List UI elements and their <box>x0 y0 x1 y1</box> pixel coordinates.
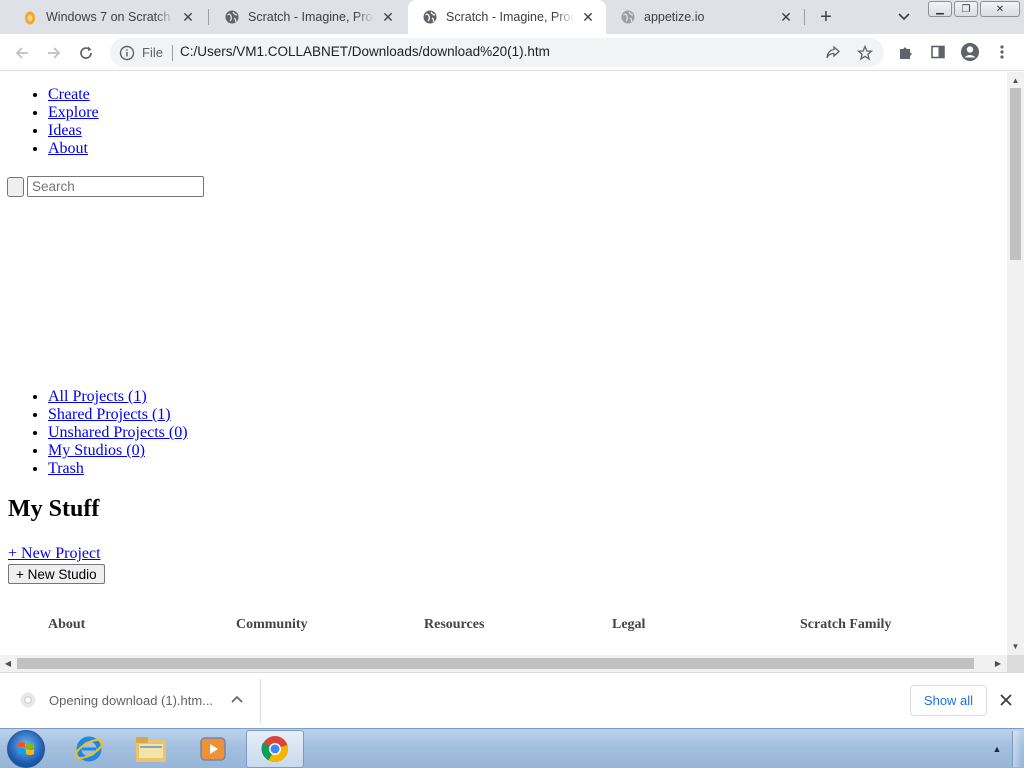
close-tab-icon[interactable]: ✕ <box>580 9 596 25</box>
vertical-scrollbar[interactable]: ▲ ▼ <box>1007 72 1024 655</box>
bookmark-star-icon[interactable] <box>856 44 874 62</box>
share-icon[interactable] <box>824 44 842 62</box>
list-item: My Studios (0) <box>48 442 188 460</box>
tab-windows7-on-scratch[interactable]: Windows 7 on Scratch ✕ <box>8 0 206 34</box>
download-item-label[interactable]: Opening download (1).htm... <box>49 693 213 708</box>
close-tab-icon[interactable]: ✕ <box>380 9 396 25</box>
new-project-link[interactable]: + New Project <box>8 545 101 563</box>
scratch-cat-icon <box>22 9 38 25</box>
new-studio-button[interactable]: + New Studio <box>8 564 105 584</box>
internet-explorer-icon[interactable] <box>60 730 118 768</box>
windows-taskbar: ▲ <box>0 728 1024 768</box>
my-studios-link[interactable]: My Studios (0) <box>48 442 145 459</box>
show-all-button[interactable]: Show all <box>910 685 987 716</box>
nav-link-ideas[interactable]: Ideas <box>48 122 82 139</box>
scroll-left-arrow-icon[interactable]: ◀ <box>2 658 14 669</box>
footer-heading-community: Community <box>236 617 308 632</box>
list-item: Trash <box>48 460 188 478</box>
globe-icon <box>422 9 438 25</box>
tab-title: Windows 7 on Scratch <box>46 10 171 24</box>
nav-link-explore[interactable]: Explore <box>48 104 99 121</box>
horizontal-scrollbar[interactable]: ◀ ▶ <box>0 655 1007 672</box>
page-viewport: Create Explore Ideas About All Projects … <box>0 72 1007 655</box>
tab-separator <box>208 9 209 25</box>
shared-projects-link[interactable]: Shared Projects (1) <box>48 406 171 423</box>
page-title: My Stuff <box>8 496 100 522</box>
unshared-projects-link[interactable]: Unshared Projects (0) <box>48 424 188 441</box>
nav-link-about[interactable]: About <box>48 140 88 157</box>
extensions-puzzle-icon[interactable] <box>895 41 917 63</box>
menu-kebab-icon[interactable] <box>991 41 1013 63</box>
tab-strip: Windows 7 on Scratch ✕ Scratch - Imagine… <box>0 0 1024 34</box>
footer-heading-resources: Resources <box>424 617 485 632</box>
chevron-up-icon[interactable] <box>228 690 246 708</box>
close-icon[interactable] <box>996 690 1016 710</box>
scrollbar-corner <box>1007 655 1024 672</box>
scroll-right-arrow-icon[interactable]: ▶ <box>992 658 1004 669</box>
tab-title: Scratch - Imagine, Program <box>446 10 574 24</box>
tab-appetize[interactable]: appetize.io ✕ <box>606 0 804 34</box>
restore-button[interactable]: ❐ <box>954 1 978 17</box>
windows-logo-icon <box>18 742 34 755</box>
download-shelf: Opening download (1).htm... Show all <box>0 672 1024 728</box>
search-form <box>7 176 204 197</box>
tab-scratch-1[interactable]: Scratch - Imagine, Program ✕ <box>210 0 406 34</box>
list-item: Shared Projects (1) <box>48 406 188 424</box>
search-submit-button[interactable] <box>7 177 24 197</box>
url-text[interactable]: C:/Users/VM1.COLLABNET/Downloads/downloa… <box>180 44 550 59</box>
my-stuff-filter-list: All Projects (1) Shared Projects (1) Uns… <box>48 388 188 478</box>
nav-link-create[interactable]: Create <box>48 86 90 103</box>
tray-show-hidden-icon[interactable]: ▲ <box>990 743 1004 755</box>
show-desktop-button[interactable] <box>1012 731 1022 767</box>
info-icon[interactable] <box>118 44 136 62</box>
back-button[interactable] <box>9 40 35 66</box>
close-window-button[interactable]: ✕ <box>980 1 1020 17</box>
address-bar[interactable]: File C:/Users/VM1.COLLABNET/Downloads/do… <box>110 38 884 67</box>
url-scheme-label: File <box>142 45 163 60</box>
chrome-icon[interactable] <box>246 730 304 768</box>
profile-avatar-icon[interactable] <box>959 41 981 63</box>
footer-heading-about: About <box>48 617 86 632</box>
close-tab-icon[interactable]: ✕ <box>778 9 794 25</box>
nav-item-about: About <box>48 140 99 158</box>
nav-item-ideas: Ideas <box>48 122 99 140</box>
window-controls: ▁ ❐ ✕ <box>926 1 1020 17</box>
minimize-button[interactable]: ▁ <box>928 1 952 17</box>
reload-button[interactable] <box>73 40 99 66</box>
nav-item-explore: Explore <box>48 104 99 122</box>
scroll-down-arrow-icon[interactable]: ▼ <box>1010 640 1021 652</box>
globe-icon <box>224 9 240 25</box>
globe-icon <box>620 9 636 25</box>
site-nav: Create Explore Ideas About <box>48 86 99 158</box>
tab-title: Scratch - Imagine, Program <box>248 10 374 24</box>
file-explorer-icon[interactable] <box>122 730 180 768</box>
media-player-icon[interactable] <box>184 730 242 768</box>
forward-button[interactable] <box>41 40 67 66</box>
browser-toolbar: File C:/Users/VM1.COLLABNET/Downloads/do… <box>0 34 1024 71</box>
chrome-file-icon <box>20 692 36 708</box>
horizontal-scroll-thumb[interactable] <box>17 658 974 669</box>
footer-heading-scratch-family: Scratch Family <box>800 617 892 632</box>
tab-scratch-2-active[interactable]: Scratch - Imagine, Program ✕ <box>408 0 606 34</box>
vertical-scroll-thumb[interactable] <box>1010 88 1021 260</box>
start-button[interactable] <box>7 730 45 768</box>
download-separator <box>260 679 261 723</box>
footer-heading-legal: Legal <box>612 617 646 632</box>
list-item: All Projects (1) <box>48 388 188 406</box>
tab-separator <box>804 9 805 25</box>
list-item: Unshared Projects (0) <box>48 424 188 442</box>
tab-title: appetize.io <box>644 10 705 24</box>
omnibox-separator <box>172 45 173 61</box>
all-projects-link[interactable]: All Projects (1) <box>48 388 147 405</box>
nav-item-create: Create <box>48 86 99 104</box>
tab-search-chevron-icon[interactable] <box>894 7 914 27</box>
search-input[interactable] <box>27 176 204 197</box>
new-tab-button[interactable]: + <box>814 5 838 29</box>
close-tab-icon[interactable]: ✕ <box>180 9 196 25</box>
side-panel-icon[interactable] <box>927 41 949 63</box>
scroll-up-arrow-icon[interactable]: ▲ <box>1010 74 1021 86</box>
trash-link[interactable]: Trash <box>48 460 84 477</box>
